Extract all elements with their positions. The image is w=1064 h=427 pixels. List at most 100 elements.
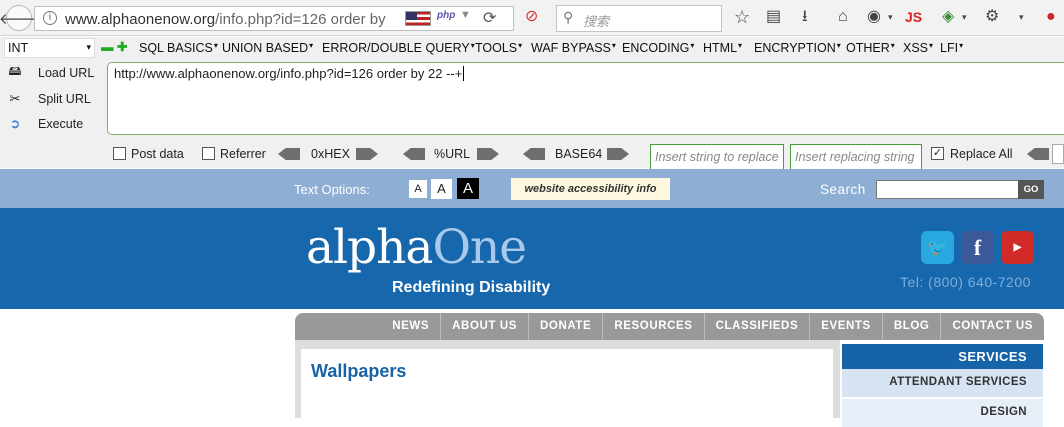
nav-about-us[interactable]: ABOUT US — [440, 313, 528, 340]
menu-tools[interactable]: TOOLS — [475, 41, 522, 55]
nav-contact-us[interactable]: CONTACT US — [940, 313, 1044, 340]
base64-label: BASE64 — [555, 147, 603, 161]
hex-decode-arrow[interactable] — [278, 148, 300, 160]
address-text: www.alphaonenow.org/info.php?id=126 orde… — [65, 11, 386, 28]
hex-encode-arrow[interactable] — [356, 148, 378, 160]
int-select[interactable]: INT ▾ — [4, 38, 95, 58]
hackbar-menu-row: INT▾ ▬ ✚ SQL BASICS UNION BASED ERROR/DO… — [0, 37, 1064, 59]
addon-dropdown-icon[interactable]: ▾ — [888, 8, 893, 26]
menu-waf-bypass[interactable]: WAF BYPASS — [531, 41, 616, 55]
search-placeholder: 搜索 — [583, 14, 610, 29]
translate-icon[interactable]: ◈ — [942, 8, 954, 26]
url-encode-arrow[interactable] — [477, 148, 499, 160]
site-search-go-button[interactable]: GO — [1018, 180, 1044, 199]
menu-xss[interactable]: XSS — [903, 41, 933, 55]
profile-icon[interactable]: ● — [1046, 8, 1056, 26]
nav-events[interactable]: EVENTS — [809, 313, 882, 340]
browser-toolbar: 🡐 i www.alphaonenow.org/info.php?id=126 … — [0, 0, 1064, 36]
menu-encoding[interactable]: ENCODING — [622, 41, 694, 55]
address-bar[interactable]: i www.alphaonenow.org/info.php?id=126 or… — [34, 6, 514, 31]
base64-encode-arrow[interactable] — [607, 148, 629, 160]
nav-classifieds[interactable]: CLASSIFIEDS — [703, 313, 810, 340]
tagline: Redefining Disability — [392, 279, 551, 296]
back-button[interactable]: 🡐 — [0, 5, 39, 31]
search-box[interactable]: ⚲ 搜索 — [556, 5, 722, 32]
search-icon: ⚲ — [563, 9, 574, 25]
palette-icon[interactable]: ⚙ — [985, 8, 999, 26]
info-icon[interactable]: i — [43, 11, 57, 25]
post-data-label: Post data — [131, 147, 184, 161]
facebook-icon[interactable]: f — [961, 231, 994, 264]
url-encoding-label: %URL — [434, 147, 471, 161]
text-size-large-button[interactable]: A — [457, 178, 479, 199]
text-size-medium-button[interactable]: A — [431, 179, 452, 199]
replace-arrow[interactable] — [1027, 148, 1049, 160]
nav-donate[interactable]: DONATE — [528, 313, 602, 340]
referrer-checkbox[interactable] — [202, 147, 215, 160]
telephone-number: Tel: (800) 640-7200 — [900, 274, 1031, 290]
alphaone-logo[interactable]: alphaOne — [306, 220, 527, 275]
replacing-string-input[interactable]: Insert replacing string — [790, 144, 922, 171]
scroll-right-button[interactable] — [1052, 144, 1064, 164]
services-sidebar: SERVICES ATTENDANT SERVICES DESIGN — [842, 344, 1043, 427]
hackbar-options-row: Post data Referrer 0xHEX %URL BASE64 Ins… — [0, 143, 1064, 171]
home-icon[interactable]: ⌂ — [838, 8, 848, 26]
execute-icon: ➲ — [9, 116, 21, 131]
nav-resources[interactable]: RESOURCES — [602, 313, 703, 340]
menu-union-based[interactable]: UNION BASED — [222, 41, 313, 55]
dropdown-icon[interactable]: ▼ — [460, 9, 471, 21]
site-search-input[interactable] — [876, 180, 1020, 199]
menu-error-double-query[interactable]: ERROR/DOUBLE QUERY — [322, 41, 475, 55]
js-toggle-button[interactable]: JS — [905, 8, 922, 26]
referrer-label: Referrer — [220, 147, 266, 161]
service-attendant[interactable]: ATTENDANT SERVICES — [842, 369, 1043, 397]
replace-string-input[interactable]: Insert string to replace — [650, 144, 784, 171]
site-search-label: Search — [820, 182, 866, 197]
base64-decode-arrow[interactable] — [523, 148, 545, 160]
text-options-label: Text Options: — [294, 182, 370, 197]
addon-icon[interactable]: ◉ — [867, 8, 881, 26]
bookmark-star-icon[interactable]: ☆ — [734, 8, 750, 26]
hackbar-panel: INT▾ ▬ ✚ SQL BASICS UNION BASED ERROR/DO… — [0, 37, 1064, 171]
services-heading: SERVICES — [842, 344, 1043, 369]
reading-list-icon[interactable]: ▤ — [766, 8, 781, 26]
post-data-checkbox[interactable] — [113, 147, 126, 160]
decrease-icon[interactable]: ▬ — [101, 40, 114, 54]
content-panel: Wallpapers — [301, 349, 833, 427]
twitter-icon[interactable]: 🐦 — [921, 231, 954, 264]
accessibility-info-link[interactable]: website accessibility info — [511, 178, 670, 200]
menu-html[interactable]: HTML — [703, 41, 742, 55]
page-title: Wallpapers — [311, 361, 407, 381]
replace-all-checkbox[interactable]: ✓ — [931, 147, 944, 160]
text-size-small-button[interactable]: A — [409, 180, 427, 198]
load-url-icon: 🖴 — [8, 63, 22, 78]
menu-lfi[interactable]: LFI — [940, 41, 963, 55]
download-icon[interactable]: ⭳ — [802, 8, 808, 26]
url-textarea[interactable]: http://www.alphaonenow.org/info.php?id=1… — [107, 62, 1064, 135]
blocked-icon[interactable]: ⊘ — [525, 8, 538, 26]
nav-news[interactable]: NEWS — [381, 313, 440, 340]
main-content: Wallpapers — [295, 340, 840, 427]
menu-encryption[interactable]: ENCRYPTION — [754, 41, 841, 55]
menu-other[interactable]: OTHER — [846, 41, 895, 55]
replace-all-label: Replace All — [950, 147, 1013, 161]
youtube-icon[interactable]: ▶ — [1001, 231, 1034, 264]
menu-sql-basics[interactable]: SQL BASICS — [139, 41, 218, 55]
reload-icon[interactable]: ⟳ — [483, 8, 496, 28]
split-url-button[interactable]: ✂ Split URL — [4, 88, 104, 110]
split-url-icon: ✂ — [9, 91, 21, 106]
us-flag-icon — [405, 11, 431, 26]
execute-button[interactable]: ➲ Execute — [4, 113, 104, 135]
increase-icon[interactable]: ✚ — [117, 39, 127, 54]
service-design[interactable]: DESIGN — [842, 399, 1043, 427]
main-navigation: NEWS ABOUT US DONATE RESOURCES CLASSIFIE… — [295, 313, 1044, 340]
php-icon: php — [437, 10, 456, 21]
load-url-button[interactable]: 🖴 Load URL — [4, 62, 104, 84]
translate-dropdown-icon[interactable]: ▾ — [962, 8, 967, 26]
menu-dropdown-icon[interactable]: ▾ — [1019, 8, 1024, 26]
accessibility-band: Text Options: A A A website accessibilit… — [0, 169, 1064, 208]
url-decode-arrow[interactable] — [403, 148, 425, 160]
hex-label: 0xHEX — [311, 147, 350, 161]
site-header: alphaOne Redefining Disability 🐦 f ▶ Tel… — [0, 208, 1064, 309]
nav-blog[interactable]: BLOG — [881, 313, 941, 340]
